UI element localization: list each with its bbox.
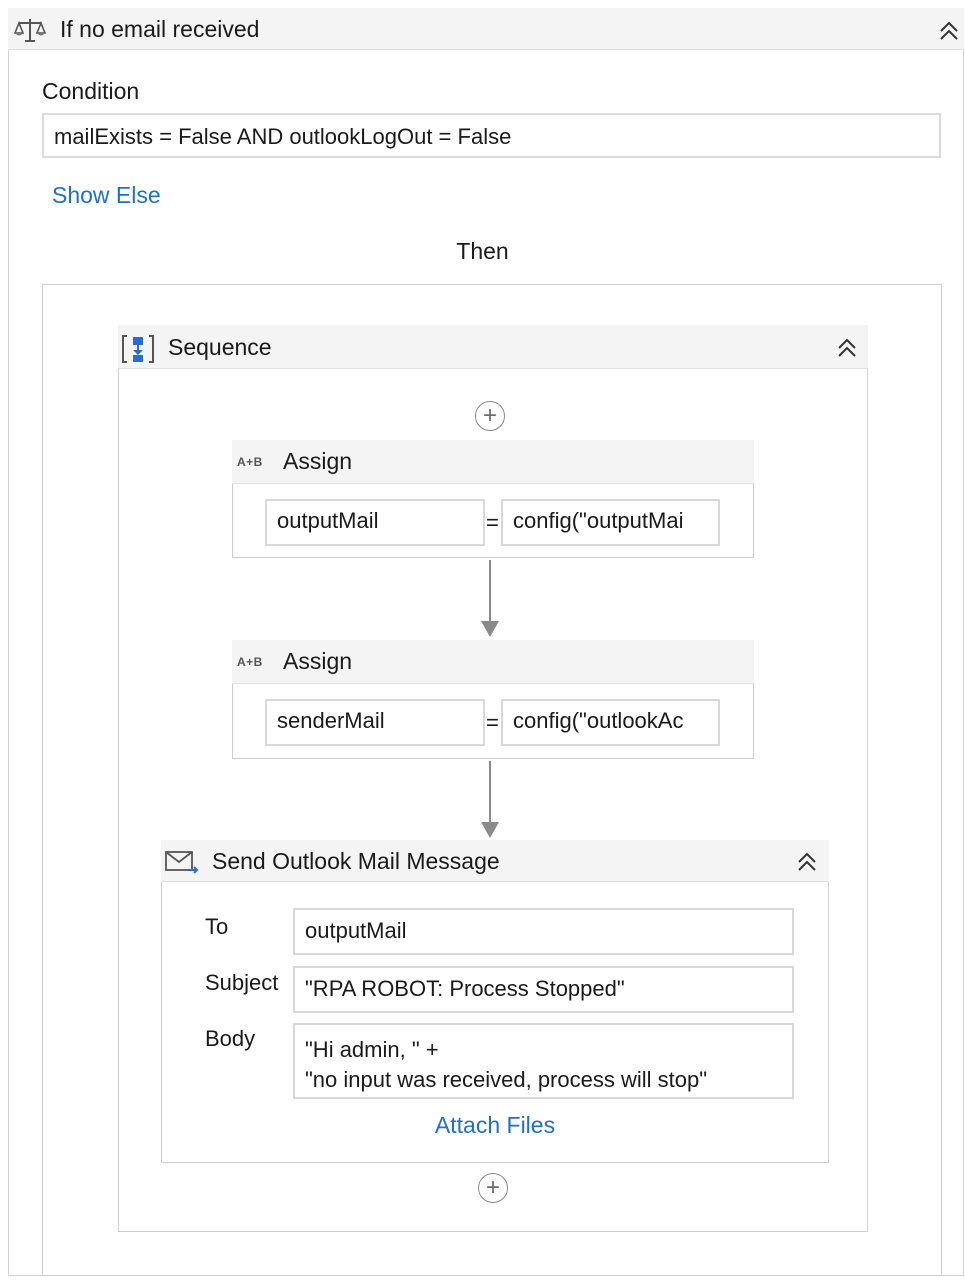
- if-activity-title: If no email received: [60, 16, 260, 42]
- condition-input[interactable]: mailExists = False AND outlookLogOut = F…: [42, 113, 941, 158]
- assign-value-field-1[interactable]: config("outputMai: [501, 499, 720, 546]
- collapse-mail-double-chevron-up-icon[interactable]: [794, 849, 820, 875]
- condition-label: Condition: [42, 78, 140, 104]
- assign-equals-1: =: [486, 510, 499, 535]
- collapse-if-double-chevron-up-icon[interactable]: [936, 18, 962, 44]
- assign-value-field-2[interactable]: config("outlookAc: [501, 699, 720, 746]
- assign-icon: A+B: [237, 655, 263, 669]
- attach-files-link[interactable]: Attach Files: [161, 1112, 829, 1139]
- to-field[interactable]: outputMail: [293, 908, 794, 955]
- to-label: To: [205, 914, 229, 939]
- flow-arrow-icon: [481, 621, 499, 637]
- body-label: Body: [205, 1026, 256, 1051]
- add-activity-plus-icon[interactable]: +: [475, 401, 505, 431]
- if-scales-icon: [14, 19, 46, 42]
- flow-connector: [489, 761, 491, 823]
- assign-to-field-2[interactable]: senderMail: [265, 699, 485, 746]
- subject-field[interactable]: "RPA ROBOT: Process Stopped": [293, 966, 794, 1013]
- assign-title-2: Assign: [283, 648, 353, 674]
- send-outlook-mail-title: Send Outlook Mail Message: [212, 848, 500, 874]
- assign-icon: A+B: [237, 455, 263, 469]
- assign-equals-2: =: [486, 710, 499, 735]
- show-else-link[interactable]: Show Else: [52, 182, 161, 209]
- outlook-mail-icon: [165, 851, 199, 874]
- collapse-sequence-double-chevron-up-icon[interactable]: [834, 335, 860, 361]
- assign-to-field-1[interactable]: outputMail: [265, 499, 485, 546]
- flow-connector: [489, 560, 491, 622]
- assign-title-1: Assign: [283, 448, 353, 474]
- sequence-icon: [122, 335, 154, 363]
- body-field[interactable]: "Hi admin, " + "no input was received, p…: [293, 1023, 794, 1099]
- then-label: Then: [456, 238, 509, 264]
- add-activity-plus-icon[interactable]: +: [478, 1173, 508, 1203]
- flow-arrow-icon: [481, 822, 499, 838]
- subject-label: Subject: [205, 970, 279, 995]
- sequence-title: Sequence: [168, 334, 272, 360]
